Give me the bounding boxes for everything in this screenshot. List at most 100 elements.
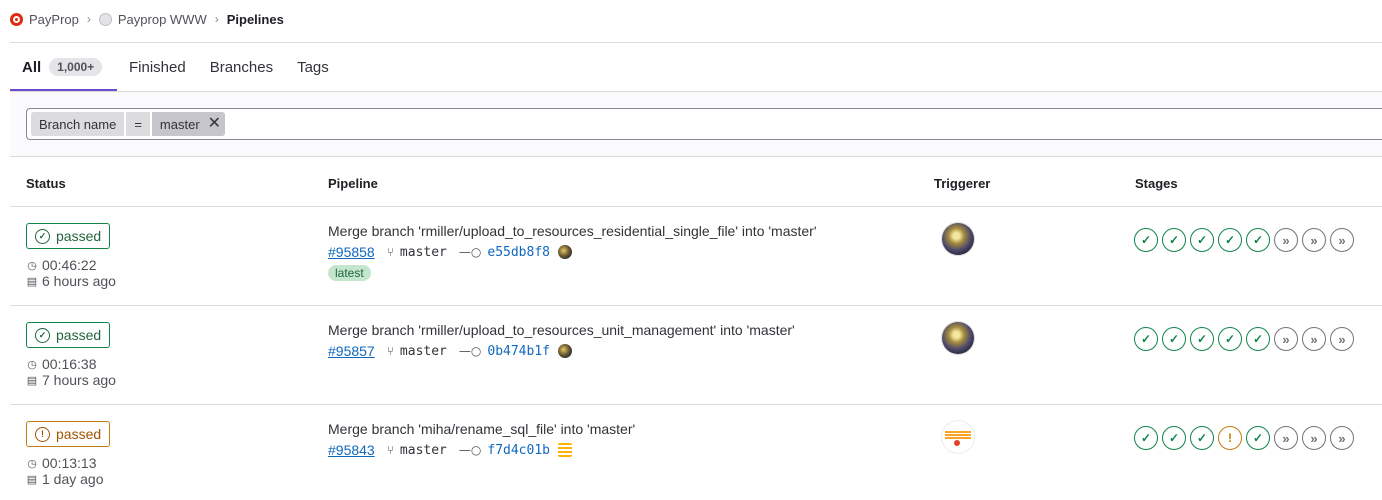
tab-tags[interactable]: Tags: [285, 43, 341, 91]
stage-success-icon[interactable]: ✓: [1134, 228, 1158, 252]
pipeline-finished-at: ▤ 1 day ago: [26, 471, 104, 487]
status-badge[interactable]: ! passed: [26, 421, 111, 447]
stage-success-icon[interactable]: ✓: [1246, 426, 1270, 450]
chevron-right-icon: ›: [214, 12, 219, 26]
calendar-icon: ▤: [26, 275, 38, 288]
group-logo-icon: [10, 12, 23, 26]
stage-success-icon[interactable]: ✓: [1162, 228, 1186, 252]
finished-value: 7 hours ago: [42, 372, 116, 388]
close-icon[interactable]: ✕: [208, 116, 221, 132]
commit-sha-link[interactable]: e55db8f8: [487, 245, 550, 260]
stage-skipped-icon[interactable]: »: [1330, 327, 1354, 351]
pipeline-meta: #95843 ⑂ master —○ f7d4c01b: [328, 441, 572, 459]
latest-badge: latest: [328, 265, 371, 281]
table-row: ! passed ◷ 00:13:13 ▤ 1 day ago Merge br…: [10, 405, 1382, 500]
stage-skipped-icon[interactable]: »: [1274, 228, 1298, 252]
breadcrumb-project[interactable]: Payprop WWW: [98, 12, 207, 27]
pipeline-duration: ◷ 00:13:13: [26, 455, 97, 471]
pipeline-stages: ✓ ✓ ✓ ✓ ✓ » » »: [1134, 228, 1354, 252]
filter-token-value[interactable]: master ✕: [151, 112, 226, 136]
breadcrumb-group-label: PayProp: [29, 11, 79, 27]
status-badge[interactable]: ✓ passed: [26, 322, 111, 348]
breadcrumb-group[interactable]: PayProp: [10, 12, 79, 27]
stage-skipped-icon[interactable]: »: [1330, 426, 1354, 450]
filter-token-name[interactable]: Branch name: [31, 112, 125, 136]
stage-success-icon[interactable]: ✓: [1134, 426, 1158, 450]
status-label: passed: [56, 327, 102, 343]
pipeline-id-link[interactable]: #95857: [328, 343, 375, 359]
stage-success-icon[interactable]: ✓: [1190, 426, 1214, 450]
filter-token-operator[interactable]: =: [126, 112, 150, 136]
stage-success-icon[interactable]: ✓: [1162, 327, 1186, 351]
commit-sha-link[interactable]: 0b474b1f: [487, 344, 550, 359]
tab-branches[interactable]: Branches: [198, 43, 285, 91]
calendar-icon: ▤: [26, 374, 38, 387]
filter-bar: Branch name = master ✕: [10, 91, 1382, 157]
stage-success-icon[interactable]: ✓: [1246, 228, 1270, 252]
pipeline-id-link[interactable]: #95843: [328, 442, 375, 458]
commit-title-link[interactable]: Merge branch 'rmiller/upload_to_resource…: [328, 322, 795, 338]
check-circle-icon: ✓: [35, 228, 50, 244]
tab-all[interactable]: All 1,000+: [10, 43, 117, 91]
tab-all-label: All: [22, 58, 42, 76]
status-label: passed: [56, 228, 102, 244]
table-row: ✓ passed ◷ 00:46:22 ▤ 6 hours ago Merge …: [10, 207, 1382, 306]
breadcrumb: PayProp › Payprop WWW › Pipelines: [10, 10, 284, 28]
stage-skipped-icon[interactable]: »: [1302, 228, 1326, 252]
status-badge[interactable]: ✓ passed: [26, 223, 111, 249]
branch-name-link[interactable]: master: [400, 245, 447, 260]
pipeline-meta: #95857 ⑂ master —○ 0b474b1f: [328, 342, 572, 360]
breadcrumb-current[interactable]: Pipelines: [227, 12, 284, 27]
commit-icon: —○: [458, 443, 482, 457]
commit-title-link[interactable]: Merge branch 'miha/rename_sql_file' into…: [328, 421, 635, 437]
branch-name-link[interactable]: master: [400, 344, 447, 359]
stage-success-icon[interactable]: ✓: [1246, 327, 1270, 351]
column-header-stages: Stages: [1135, 176, 1178, 191]
finished-value: 6 hours ago: [42, 273, 116, 289]
calendar-icon: ▤: [26, 473, 38, 486]
table-row: ✓ passed ◷ 00:16:38 ▤ 7 hours ago Merge …: [10, 306, 1382, 405]
triggerer-avatar[interactable]: [942, 223, 974, 255]
stage-skipped-icon[interactable]: »: [1302, 426, 1326, 450]
table-header: Status Pipeline Triggerer Stages: [10, 158, 1382, 207]
duration-value: 00:46:22: [42, 257, 97, 273]
stage-success-icon[interactable]: ✓: [1162, 426, 1186, 450]
timer-icon: ◷: [27, 259, 37, 272]
commit-author-avatar[interactable]: [558, 443, 572, 457]
tab-finished[interactable]: Finished: [117, 43, 198, 91]
duration-value: 00:16:38: [42, 356, 97, 372]
commit-icon: —○: [458, 245, 482, 259]
stage-success-icon[interactable]: ✓: [1218, 228, 1242, 252]
status-label: passed: [56, 426, 102, 442]
commit-author-avatar[interactable]: [558, 245, 572, 259]
commit-title-link[interactable]: Merge branch 'rmiller/upload_to_resource…: [328, 223, 817, 239]
filtered-search-input[interactable]: Branch name = master ✕: [26, 108, 1382, 140]
branch-name-link[interactable]: master: [400, 443, 447, 458]
stage-success-icon[interactable]: ✓: [1190, 327, 1214, 351]
pipeline-stages: ✓ ✓ ✓ ✓ ✓ » » »: [1134, 327, 1354, 351]
warning-circle-icon: !: [35, 426, 50, 442]
chevron-right-icon: ›: [86, 12, 91, 26]
column-header-status: Status: [26, 176, 66, 191]
duration-value: 00:13:13: [42, 455, 97, 471]
stage-warning-icon[interactable]: !: [1218, 426, 1242, 450]
pipeline-id-link[interactable]: #95858: [328, 244, 375, 260]
check-circle-icon: ✓: [35, 327, 50, 343]
column-header-pipeline: Pipeline: [328, 176, 378, 191]
stage-success-icon[interactable]: ✓: [1134, 327, 1158, 351]
branch-icon: ⑂: [386, 344, 394, 358]
finished-value: 1 day ago: [42, 471, 104, 487]
triggerer-avatar[interactable]: [942, 322, 974, 354]
stage-success-icon[interactable]: ✓: [1190, 228, 1214, 252]
commit-author-avatar[interactable]: [558, 344, 572, 358]
pipeline-stages: ✓ ✓ ✓ ! ✓ » » »: [1134, 426, 1354, 450]
stage-skipped-icon[interactable]: »: [1302, 327, 1326, 351]
stage-skipped-icon[interactable]: »: [1274, 327, 1298, 351]
pipeline-finished-at: ▤ 6 hours ago: [26, 273, 116, 289]
triggerer-avatar[interactable]: [942, 421, 974, 453]
stage-skipped-icon[interactable]: »: [1330, 228, 1354, 252]
commit-sha-link[interactable]: f7d4c01b: [487, 443, 550, 458]
timer-icon: ◷: [27, 358, 37, 371]
stage-success-icon[interactable]: ✓: [1218, 327, 1242, 351]
stage-skipped-icon[interactable]: »: [1274, 426, 1298, 450]
